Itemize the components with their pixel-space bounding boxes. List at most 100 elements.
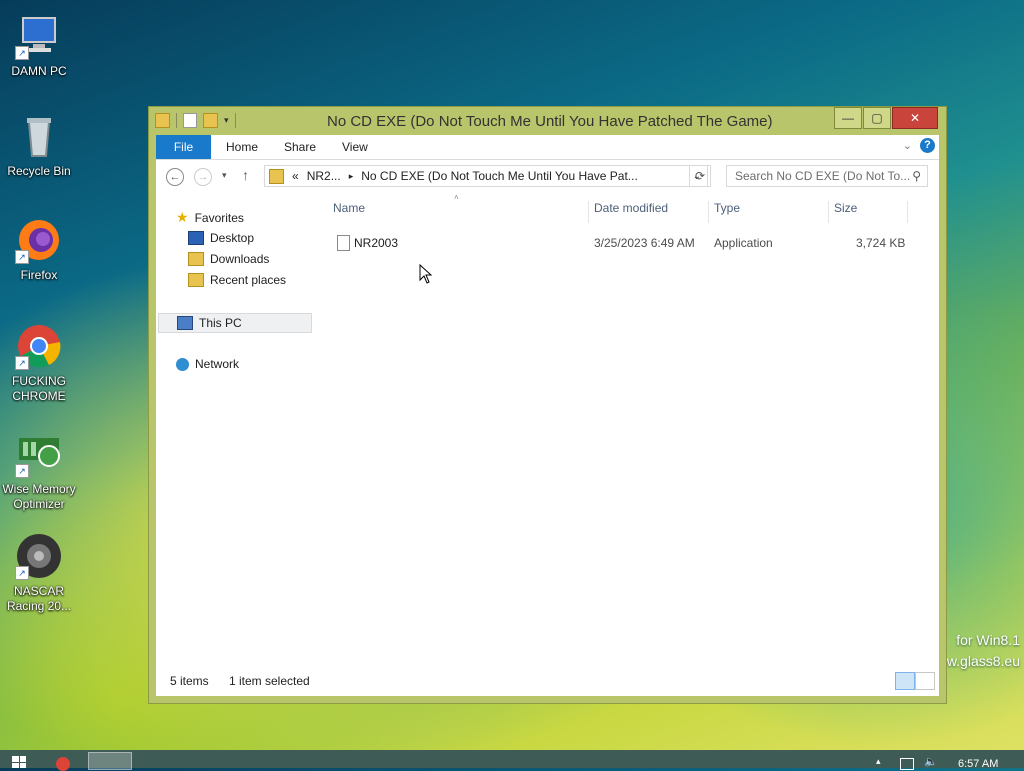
shortcut-arrow-icon: ↗	[15, 356, 29, 370]
maximize-button[interactable]: ▢	[863, 107, 891, 129]
item-count: 5 items	[170, 674, 209, 688]
nav-this-pc[interactable]: This PC	[158, 313, 312, 333]
title-bar[interactable]: ▾ No CD EXE (Do Not Touch Me Until You H…	[149, 107, 946, 135]
large-icons-view-button[interactable]	[915, 672, 935, 690]
desktop-icon-chrome[interactable]: ↗ FUCKING CHROME	[2, 322, 76, 404]
window-content: File Home Share View ⌄ ? ← → ▾ ↑ « NR2..…	[156, 135, 939, 696]
taskbar: ▴ 🔈 6:57 AM	[0, 750, 1024, 771]
properties-icon[interactable]	[183, 113, 197, 128]
watermark-line-2: w.glass8.eu	[946, 653, 1020, 669]
nav-label: This PC	[199, 316, 242, 330]
chrome-icon: ↗	[15, 322, 63, 370]
close-button[interactable]: ✕	[892, 107, 938, 129]
details-view-button[interactable]	[895, 672, 915, 690]
quick-access-toolbar: ▾	[155, 113, 236, 128]
navigation-pane: ★ Favorites Desktop Downloads Recent pla…	[156, 195, 316, 656]
column-header-name[interactable]: Name	[333, 201, 365, 223]
this-pc-icon	[177, 316, 193, 330]
nav-label: Network	[195, 357, 240, 371]
nav-label: Desktop	[210, 231, 255, 245]
breadcrumb-current[interactable]: No CD EXE (Do Not Touch Me Until You Hav…	[361, 169, 638, 183]
minimize-button[interactable]: —	[834, 107, 862, 129]
search-input[interactable]: Search No CD EXE (Do Not To... ⚲	[726, 165, 928, 187]
explorer-taskbar-button[interactable]	[88, 752, 132, 770]
selection-count: 1 item selected	[229, 674, 310, 688]
expand-ribbon-chevron-icon[interactable]: ⌄	[903, 139, 912, 152]
file-date: 3/25/2023 6:49 AM	[594, 236, 695, 250]
nav-label: Favorites	[194, 210, 244, 225]
nav-label: Downloads	[210, 252, 270, 266]
desktop-icon-wise-memory-optimizer[interactable]: ↗ Wise Memory Optimizer	[2, 430, 76, 512]
watermark-line-1: for Win8.1	[956, 632, 1020, 648]
ribbon-tabs: File Home Share View ⌄ ?	[156, 135, 939, 160]
star-icon: ★	[176, 209, 189, 225]
file-icon	[337, 235, 350, 251]
nav-favorites[interactable]: ★ Favorites	[176, 209, 244, 226]
file-row[interactable]: NR2003 3/25/2023 6:49 AM Application 3,7…	[333, 233, 919, 253]
desktop-icon-label: DAMN PC	[11, 64, 67, 78]
breadcrumb-nr2[interactable]: NR2...	[307, 169, 341, 183]
recent-locations-chevron-icon[interactable]: ▾	[222, 170, 227, 181]
file-name: NR2003	[354, 236, 399, 250]
column-header-date-modified[interactable]: Date modified	[594, 201, 668, 223]
tab-view[interactable]: View	[342, 135, 368, 159]
help-icon[interactable]: ?	[920, 138, 935, 153]
desktop-icon-label: Firefox	[20, 268, 58, 282]
tray-chevron-icon[interactable]: ▴	[876, 756, 881, 767]
recent-places-icon	[188, 273, 204, 287]
address-overflow[interactable]: «	[292, 169, 299, 183]
chrome-taskbar-icon[interactable]	[56, 757, 70, 771]
network-icon	[176, 357, 189, 371]
back-button[interactable]: ←	[166, 168, 184, 186]
column-header-type[interactable]: Type	[714, 201, 740, 223]
desktop-icon-nascar-racing[interactable]: ↗ NASCAR Racing 20...	[2, 532, 76, 614]
status-bar: 5 items 1 item selected	[156, 664, 939, 696]
taskbar-clock[interactable]: 6:57 AM	[958, 758, 998, 770]
network-tray-icon[interactable]	[900, 758, 914, 770]
desktop-icon-label: Wise Memory Optimizer	[2, 482, 76, 511]
search-icon: ⚲	[912, 169, 921, 183]
mouse-cursor-icon	[419, 264, 433, 284]
chevron-down-icon[interactable]: ▾	[224, 115, 229, 126]
search-placeholder: Search No CD EXE (Do Not To...	[735, 169, 911, 183]
address-row: ← → ▾ ↑ « NR2... ▸ No CD EXE (Do Not Tou…	[156, 159, 939, 193]
shortcut-arrow-icon: ↗	[15, 566, 29, 580]
folder-icon	[269, 168, 284, 184]
memory-optimizer-icon: ↗	[15, 430, 63, 478]
firefox-icon: ↗	[15, 216, 63, 264]
desktop-icon-damn-pc[interactable]: ↗ DAMN PC	[2, 12, 76, 79]
chevron-right-icon[interactable]: ▸	[349, 171, 354, 182]
downloads-folder-icon	[188, 252, 204, 266]
tire-icon: ↗	[15, 532, 63, 580]
file-type: Application	[714, 236, 773, 250]
tab-share[interactable]: Share	[284, 135, 316, 159]
refresh-button[interactable]: ⟳	[689, 165, 711, 187]
start-button[interactable]	[12, 756, 26, 768]
file-size: 3,724 KB	[856, 236, 906, 250]
computer-icon: ↗	[15, 12, 63, 60]
nav-desktop[interactable]: Desktop	[188, 231, 254, 245]
window-title: No CD EXE (Do Not Touch Me Until You Hav…	[327, 113, 773, 130]
desktop-icon-label: FUCKING CHROME	[12, 374, 66, 403]
folder-icon	[155, 113, 170, 128]
desktop-icon-label: NASCAR Racing 20...	[6, 584, 72, 613]
explorer-window: ▾ No CD EXE (Do Not Touch Me Until You H…	[148, 106, 947, 704]
nav-recent-places[interactable]: Recent places	[188, 273, 286, 287]
up-button[interactable]: ↑	[242, 167, 249, 183]
shortcut-arrow-icon: ↗	[15, 464, 29, 478]
nav-downloads[interactable]: Downloads	[188, 252, 269, 266]
nav-network[interactable]: Network	[176, 357, 239, 371]
new-folder-icon[interactable]	[203, 113, 218, 128]
desktop-icon-firefox[interactable]: ↗ Firefox	[2, 216, 76, 283]
sort-indicator-icon: ˄	[454, 193, 459, 202]
desktop-icon	[188, 231, 204, 245]
shortcut-arrow-icon: ↗	[15, 250, 29, 264]
desktop-icon-recycle-bin[interactable]: Recycle Bin	[2, 112, 76, 179]
forward-button[interactable]: →	[194, 168, 212, 186]
recycle-bin-icon	[15, 112, 63, 160]
address-bar[interactable]: « NR2... ▸ No CD EXE (Do Not Touch Me Un…	[264, 165, 708, 187]
column-header-size[interactable]: Size	[834, 201, 857, 223]
tab-home[interactable]: Home	[226, 135, 258, 159]
tab-file[interactable]: File	[156, 135, 211, 159]
volume-icon[interactable]: 🔈	[924, 755, 938, 768]
